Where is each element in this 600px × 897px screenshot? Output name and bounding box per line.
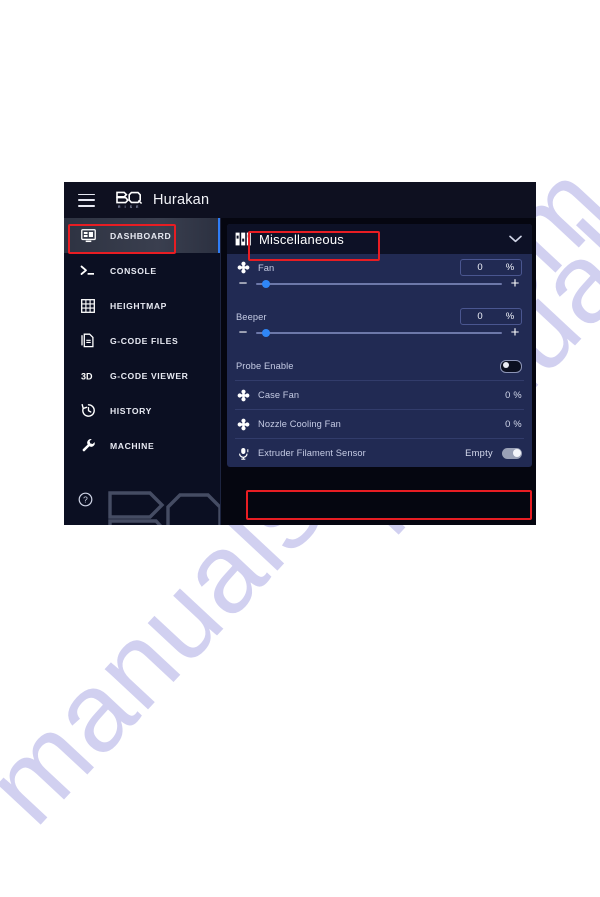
chevron-down-icon[interactable] (508, 232, 522, 246)
fan-increment-button[interactable]: + (508, 276, 522, 291)
extruder-filament-sensor-toggle[interactable] (502, 447, 522, 459)
sidebar-label: G-CODE VIEWER (110, 370, 189, 381)
svg-text:3D: 3D (81, 371, 93, 381)
3d-icon: 3D (78, 366, 98, 386)
miscellaneous-card: Miscellaneous Fan 0 % − + Beeper 0 % − +… (227, 224, 532, 467)
files-icon (78, 331, 98, 351)
tune-sliders-icon (235, 232, 252, 247)
nozzle-cooling-fan-value: 0 % (505, 419, 522, 429)
hamburger-icon[interactable] (78, 193, 95, 207)
printer-web-ui-window: R I S E Hurakan DASHBOARD CONSOLE HEIGHT… (64, 182, 536, 525)
beeper-slider-thumb[interactable] (261, 329, 270, 337)
fan-row: Fan 0 % (227, 259, 532, 276)
sidebar-item-heightmap[interactable]: HEIGHTMAP (64, 288, 221, 323)
sidebar: DASHBOARD CONSOLE HEIGHTMAP G-CODE FILES… (64, 218, 221, 525)
sidebar-item-gcode-viewer[interactable]: 3D G-CODE VIEWER (64, 358, 221, 393)
svg-text:?: ? (83, 495, 88, 505)
case-fan-value: 0 % (505, 390, 522, 400)
app-topbar: R I S E Hurakan (64, 182, 536, 218)
fan-slider-thumb[interactable] (261, 280, 270, 288)
fan-decrement-button[interactable]: − (236, 276, 250, 291)
beeper-value-field[interactable]: 0 % (460, 308, 522, 325)
fan-slider-track[interactable] (256, 280, 502, 288)
grid-icon (78, 296, 98, 316)
nozzle-cooling-fan-row: Nozzle Cooling Fan 0 % (227, 410, 532, 438)
history-icon (78, 401, 98, 421)
control-fan: Fan 0 % − + (227, 254, 532, 303)
fan-icon (236, 260, 251, 275)
sidebar-footer: ? (64, 479, 221, 525)
beeper-slider-row: − + (227, 325, 532, 346)
panel-title: Miscellaneous (259, 231, 344, 247)
control-label: Probe Enable (236, 361, 294, 371)
probe-enable-row: Probe Enable (227, 352, 532, 380)
bq-logo: R I S E (115, 191, 143, 209)
case-fan-row: Case Fan 0 % (227, 381, 532, 409)
sidebar-label: HEIGHTMAP (110, 300, 167, 311)
extruder-filament-sensor-row: Extruder Filament Sensor Empty (227, 439, 532, 467)
beeper-value: 0 (477, 311, 483, 322)
control-label: Beeper (236, 311, 267, 322)
dashboard-icon (78, 226, 98, 246)
control-label: Case Fan (258, 390, 300, 400)
console-icon (78, 261, 98, 281)
sidebar-item-history[interactable]: HISTORY (64, 393, 221, 428)
sidebar-label: MACHINE (110, 440, 155, 451)
sidebar-label: G-CODE FILES (110, 335, 179, 346)
sidebar-item-gcode-files[interactable]: G-CODE FILES (64, 323, 221, 358)
beeper-increment-button[interactable]: + (508, 325, 522, 340)
app-title: Hurakan (153, 192, 210, 208)
fan-unit: % (505, 262, 515, 273)
fan-icon (236, 417, 251, 432)
filament-sensor-icon (236, 446, 251, 461)
main-content: Miscellaneous Fan 0 % − + Beeper 0 % − +… (221, 218, 536, 525)
beeper-row: Beeper 0 % (227, 308, 532, 325)
fan-slider-row: − + (227, 276, 532, 297)
sensor-status: Empty (465, 448, 493, 458)
app-body: DASHBOARD CONSOLE HEIGHTMAP G-CODE FILES… (64, 218, 536, 525)
control-beeper: Beeper 0 % − + (227, 303, 532, 352)
control-label: Nozzle Cooling Fan (258, 419, 341, 429)
sidebar-label: DASHBOARD (110, 230, 172, 241)
control-label: Extruder Filament Sensor (258, 448, 366, 458)
bq-logo-subtext: R I S E (118, 204, 140, 209)
beeper-decrement-button[interactable]: − (236, 325, 250, 340)
sidebar-label: CONSOLE (110, 265, 157, 276)
beeper-unit: % (505, 311, 515, 322)
control-label: Fan (258, 262, 275, 273)
sidebar-item-machine[interactable]: MACHINE (64, 428, 221, 463)
help-circle-icon[interactable]: ? (78, 492, 93, 512)
fan-value: 0 (477, 262, 483, 273)
card-header: Miscellaneous (227, 224, 532, 254)
probe-enable-toggle[interactable] (500, 359, 522, 373)
sidebar-label: HISTORY (110, 405, 152, 416)
bq-watermark-logo (100, 485, 221, 525)
sidebar-item-console[interactable]: CONSOLE (64, 253, 221, 288)
beeper-slider-track[interactable] (256, 329, 502, 337)
fan-icon (236, 388, 251, 403)
fan-value-field[interactable]: 0 % (460, 259, 522, 276)
wrench-icon (78, 436, 98, 456)
sidebar-item-dashboard[interactable]: DASHBOARD (64, 218, 221, 253)
